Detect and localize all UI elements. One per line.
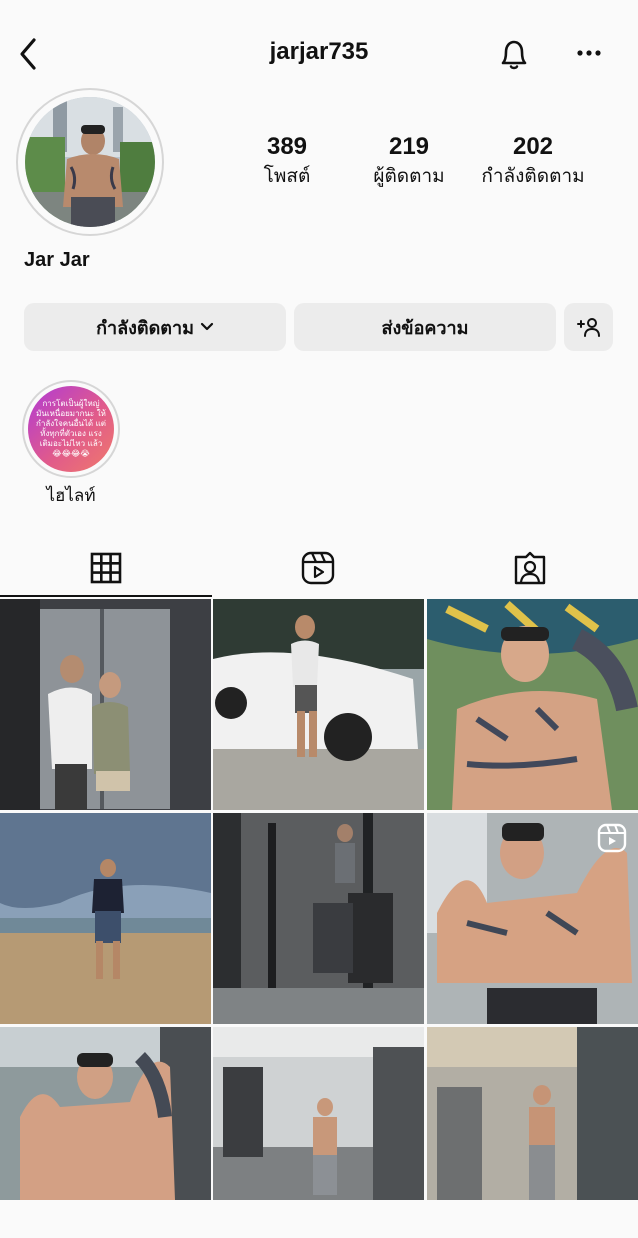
avatar[interactable] [25,97,155,227]
stat-posts-label: โพสต์ [263,165,311,187]
stat-following-value: 202 [512,133,554,160]
stat-following[interactable]: 202 กำลังติดตาม [468,132,598,190]
add-user-icon [576,316,602,338]
post-tile[interactable] [427,813,638,1024]
add-user-button[interactable] [564,303,613,351]
tab-grid[interactable] [0,540,212,596]
stat-followers-label: ผู้ติดตาม [373,165,445,187]
tab-active-indicator [0,595,212,597]
highlight-cover-text: การโตเป็นผู้ใหญ่ มันเหนื่อยมากนะ ให้กำลั… [36,399,106,458]
post-tile[interactable] [427,1027,638,1238]
highlight-cover[interactable]: การโตเป็นผู้ใหญ่ มันเหนื่อยมากนะ ให้กำลั… [28,386,114,472]
stat-posts-value: 389 [266,133,308,160]
post-tile[interactable] [213,813,424,1024]
post-tile[interactable] [213,599,424,810]
post-tile[interactable] [0,599,211,810]
reels-icon [301,551,335,585]
chevron-down-icon [200,322,214,332]
grid-icon [90,552,122,584]
stat-followers-value: 219 [388,133,430,160]
reel-badge-icon [597,823,627,857]
post-tile[interactable] [427,599,638,810]
tab-tagged[interactable] [424,540,636,596]
post-tile[interactable] [0,1027,211,1238]
post-tile[interactable] [0,813,211,1024]
profile-username: jarjar735 [269,38,369,65]
highlight-label: ไฮไลท์ [46,486,96,506]
message-button-label: ส่งข้อความ [381,317,469,339]
tab-reels[interactable] [212,540,424,596]
following-button-label: กำลังติดตาม [96,317,194,339]
message-button[interactable]: ส่งข้อความ [294,303,556,351]
display-name: Jar Jar [24,249,90,271]
bell-icon[interactable] [494,34,534,74]
more-horizontal-icon[interactable] [570,36,610,72]
post-tile[interactable] [213,1027,424,1238]
stat-following-label: กำลังติดตาม [481,165,585,187]
stat-posts[interactable]: 389 โพสต์ [222,132,352,190]
following-button[interactable]: กำลังติดตาม [24,303,286,351]
tagged-icon [513,551,547,585]
stat-followers[interactable]: 219 ผู้ติดตาม [344,132,474,190]
